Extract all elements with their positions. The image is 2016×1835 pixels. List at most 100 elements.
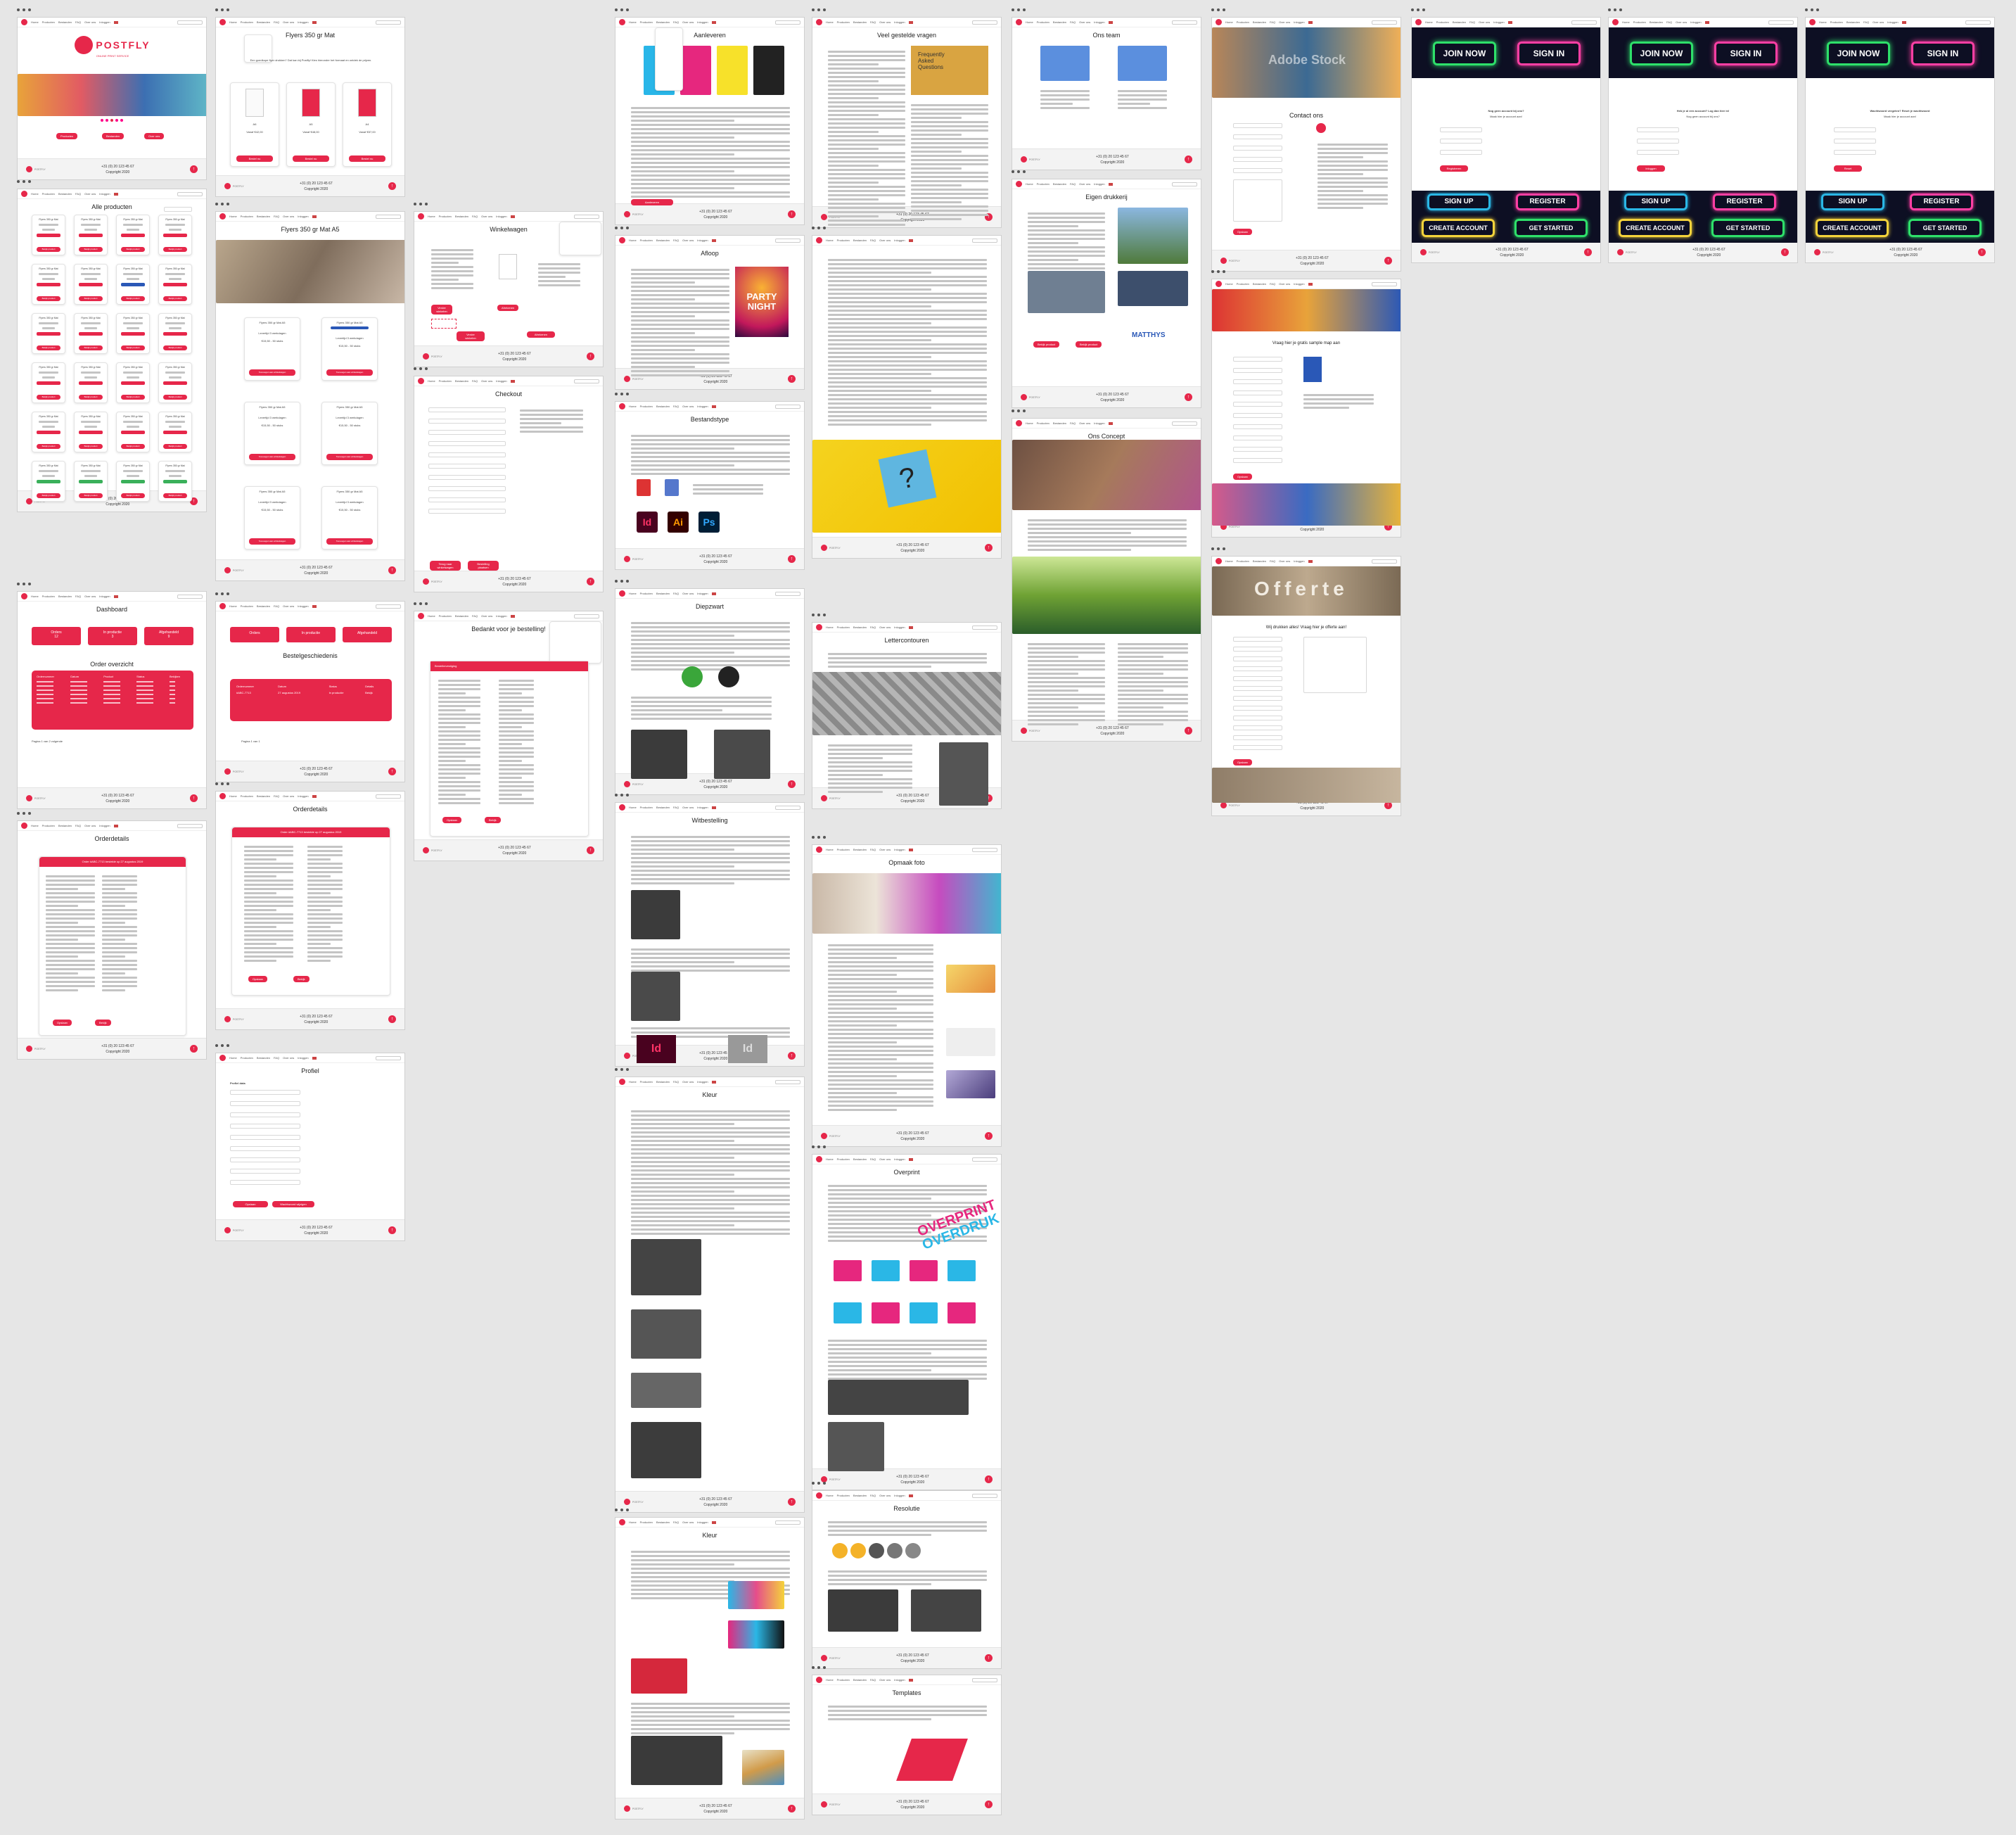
nav-link[interactable]: Home (31, 824, 39, 827)
footer-phone[interactable]: +31 (0) 20 123 45 67 (1495, 247, 1529, 253)
flag-icon[interactable] (1308, 559, 1313, 563)
nav-link[interactable]: Bestanden (58, 824, 72, 827)
table-cell[interactable]: Bekijk (363, 690, 388, 696)
flag-icon[interactable] (1308, 20, 1313, 24)
flag-icon[interactable] (711, 239, 716, 242)
quote-field[interactable] (1233, 696, 1282, 701)
nav-link[interactable]: Over ons (84, 595, 96, 598)
login-field[interactable] (1637, 150, 1679, 155)
nav-link[interactable]: Home (1225, 282, 1233, 286)
submit-quote-button[interactable]: Opslaan (1233, 759, 1252, 766)
nav-link[interactable]: Bestanden (1053, 182, 1066, 186)
message-textarea[interactable] (1233, 179, 1282, 222)
nav-link[interactable]: Home (1622, 20, 1630, 24)
view-product-button[interactable]: Bekijk product (79, 444, 103, 449)
nav-link[interactable]: Bestanden (853, 1494, 867, 1497)
view-product-button[interactable]: Bekijk product (163, 296, 187, 301)
add-to-cart-button[interactable]: Toevoegen aan winkelwagen (249, 369, 295, 376)
back-to-top-button[interactable]: ↑ (1185, 155, 1192, 163)
nav-link[interactable]: Bestanden (656, 592, 670, 595)
nav-link[interactable]: FAQ (472, 379, 478, 383)
footer-phone[interactable]: +31 (0) 20 123 45 67 (101, 164, 134, 170)
nav-link[interactable]: Home (229, 1056, 237, 1060)
postfly-logo-icon[interactable] (816, 237, 822, 243)
back-to-top-button[interactable]: ↑ (788, 375, 796, 383)
nav-link[interactable]: Bestanden (1053, 421, 1066, 425)
nav-link[interactable]: Producten (1237, 20, 1249, 24)
back-to-top-button[interactable]: ↑ (388, 768, 396, 775)
nav-link[interactable]: FAQ (274, 604, 279, 608)
search-input[interactable] (1372, 281, 1397, 286)
login-field[interactable] (1834, 150, 1876, 155)
footer-phone[interactable]: +31 (0) 20 123 45 67 (699, 209, 732, 215)
nav-link[interactable]: FAQ (870, 1157, 876, 1161)
sample-field[interactable] (1233, 424, 1282, 429)
nav-link[interactable]: Home (826, 1157, 834, 1161)
product-card[interactable]: Flyers 350 gr Mat Bekijk product (74, 461, 108, 502)
pagination[interactable]: Pagina 1 van 1 (241, 739, 260, 743)
postfly-logo-icon[interactable] (21, 191, 27, 197)
nav-link[interactable]: Bestanden (257, 1056, 270, 1060)
nav-link[interactable]: Home (629, 1080, 637, 1084)
back-to-top-button[interactable]: ↑ (985, 1654, 993, 1662)
nav-link[interactable]: FAQ (673, 405, 679, 408)
sample-field[interactable] (1233, 447, 1282, 452)
search-input[interactable] (376, 214, 401, 219)
flag-icon[interactable] (1507, 20, 1512, 24)
back-to-top-button[interactable]: ↑ (1185, 393, 1192, 401)
nav-link[interactable]: Bestanden (853, 239, 867, 242)
pagination[interactable]: Pagina 1 van 2 volgende (32, 739, 63, 743)
table-row[interactable]: #ABC-7713 27 augustus 2019 In productie Bek… (234, 690, 388, 696)
view-product-button[interactable]: Bekijk product (37, 493, 60, 498)
view-product-button[interactable]: Bekijk product (37, 296, 60, 301)
quote-field[interactable] (1233, 745, 1282, 750)
nav-link[interactable]: Producten (640, 1520, 653, 1524)
view-product-button[interactable]: Bekijk product (121, 493, 145, 498)
nav-link[interactable]: FAQ (75, 192, 81, 196)
footer-phone[interactable]: +31 (0) 20 123 45 67 (699, 1050, 732, 1056)
nav-link[interactable]: Inloggen (99, 824, 110, 827)
more-button[interactable]: Bekijk product (1033, 341, 1060, 348)
nav-link[interactable]: Bestanden (1253, 559, 1266, 563)
nav-link[interactable]: Producten (640, 1080, 653, 1084)
flag-icon[interactable] (312, 1056, 317, 1060)
nav-link[interactable]: Inloggen (496, 379, 506, 383)
search-input[interactable] (1172, 20, 1197, 25)
nav-link[interactable]: FAQ (274, 20, 279, 24)
flag-icon[interactable] (1108, 182, 1113, 186)
product-card[interactable]: Flyers 350 gr Mat Bekijk product (74, 362, 108, 403)
nav-link[interactable]: Inloggen (1493, 20, 1504, 24)
postfly-logo-icon[interactable] (1216, 19, 1222, 25)
back-to-top-button[interactable]: ↑ (1185, 727, 1192, 735)
flag-icon[interactable] (908, 848, 913, 851)
nav-link[interactable]: Inloggen (298, 20, 308, 24)
contact-field[interactable] (1233, 168, 1282, 173)
nav-link[interactable]: Producten (439, 379, 452, 383)
sample-field[interactable] (1233, 413, 1282, 418)
nav-link[interactable]: FAQ (1270, 20, 1275, 24)
footer-phone[interactable]: +31 (0) 20 123 45 67 (101, 793, 134, 799)
nav-link[interactable]: Producten (837, 1678, 850, 1682)
footer-phone[interactable]: +31 (0) 20 123 45 67 (896, 542, 929, 548)
footer-phone[interactable]: +31 (0) 20 123 45 67 (1692, 247, 1725, 253)
postfly-logo-icon[interactable] (619, 403, 625, 409)
product-option-card[interactable]: Flyers 350 gr Mat A5 Levertijd 3 werkdage… (244, 317, 300, 381)
postfly-logo-icon[interactable] (1216, 281, 1222, 287)
nav-link[interactable]: FAQ (673, 1520, 679, 1524)
login-field[interactable] (1637, 127, 1679, 132)
view-product-button[interactable]: Bekijk product (79, 395, 103, 400)
nav-link[interactable]: Producten (1633, 20, 1646, 24)
view-product-button[interactable]: Bekijk product (79, 296, 103, 301)
back-to-top-button[interactable]: ↑ (788, 780, 796, 788)
add-to-cart-button[interactable]: Toevoegen aan winkelwagen (326, 538, 373, 545)
nav-link[interactable]: Inloggen (697, 239, 708, 242)
search-input[interactable] (775, 805, 800, 810)
nav-link[interactable]: Home (629, 405, 637, 408)
products-dropdown[interactable] (655, 27, 683, 91)
postfly-logo-icon[interactable] (816, 624, 822, 630)
details-button[interactable]: Bekijk (485, 817, 501, 823)
nav-link[interactable]: Over ons (283, 794, 294, 798)
nav-link[interactable]: Producten (1237, 282, 1249, 286)
nav-link[interactable]: Inloggen (298, 215, 308, 218)
postfly-logo-icon[interactable] (1016, 181, 1022, 187)
